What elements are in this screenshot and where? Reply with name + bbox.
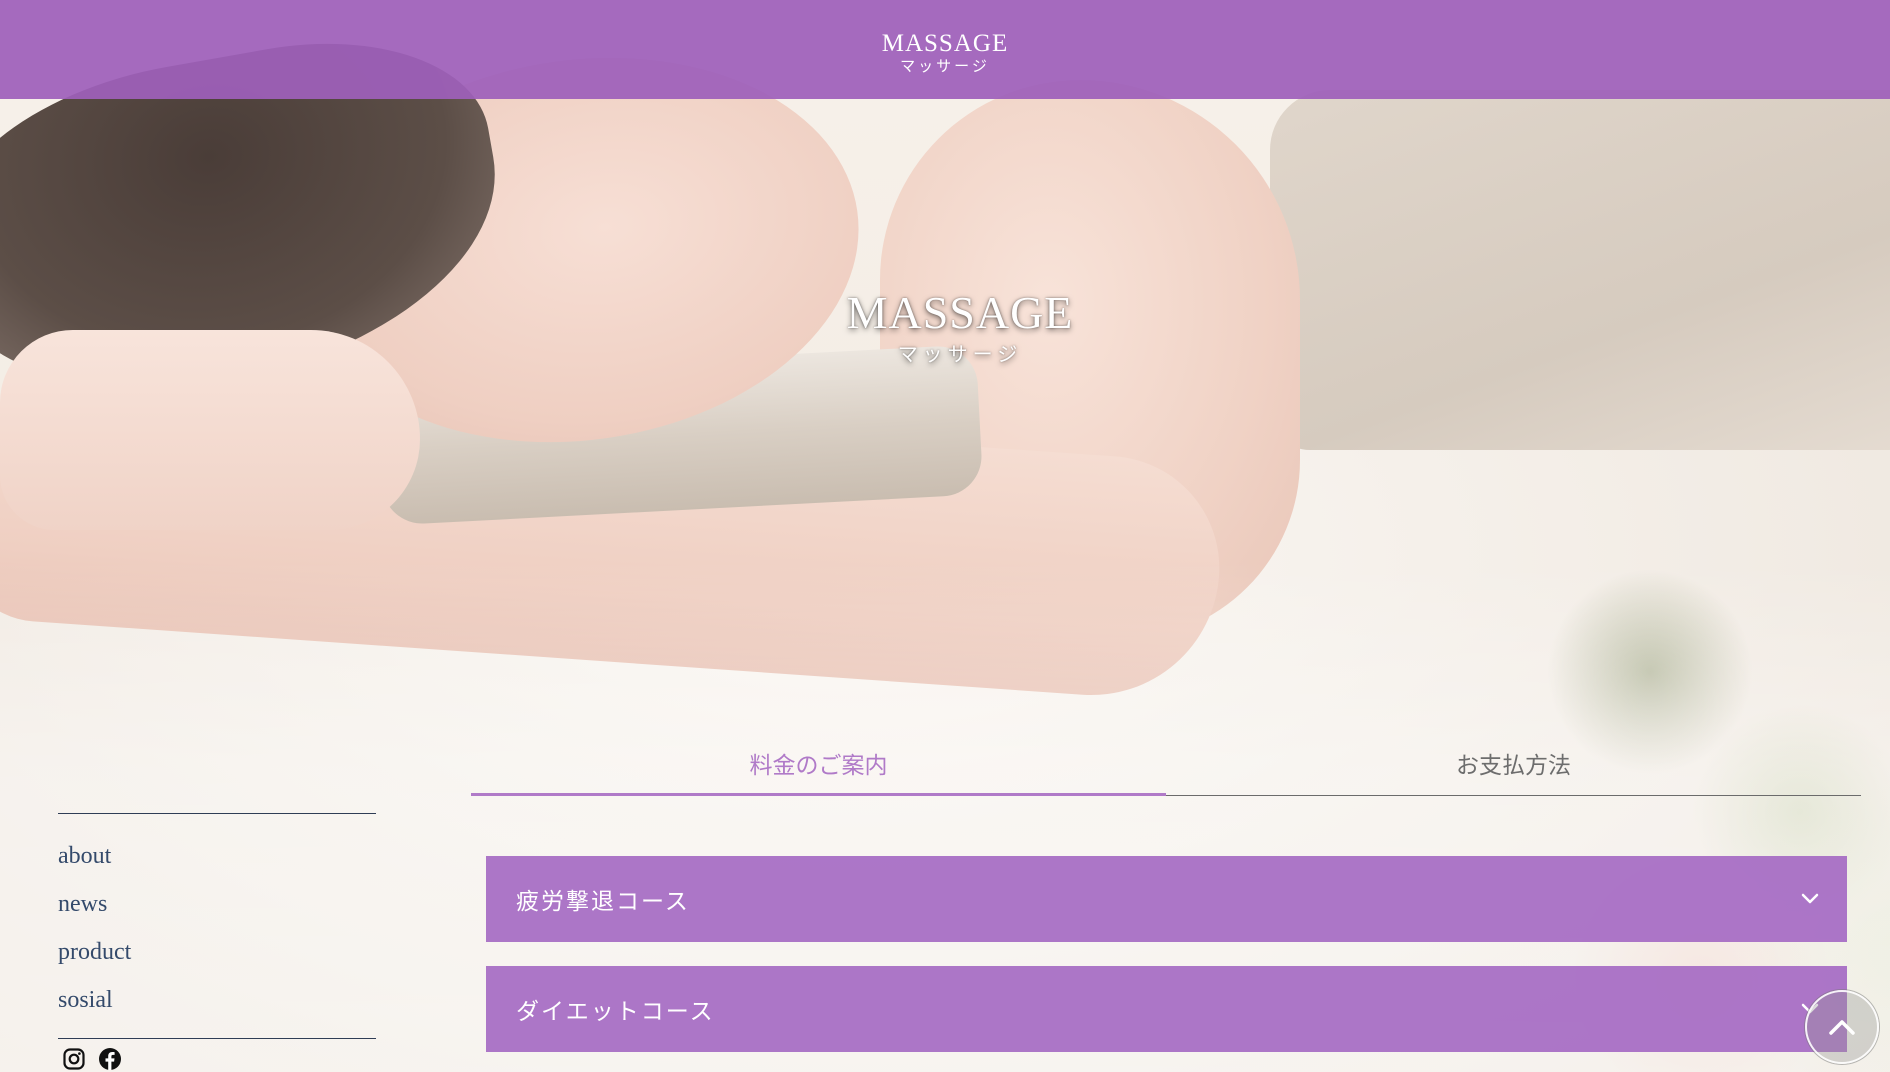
site-logo-en[interactable]: MASSAGE	[882, 31, 1008, 56]
accordion-item-label: ダイエットコース	[516, 999, 715, 1024]
hero-title-ja: マッサージ	[897, 344, 1023, 366]
nav-item-news[interactable]: news	[58, 880, 376, 928]
nav-list: about news product sosial	[58, 814, 376, 1038]
tab-pricing[interactable]: 料金のご案内	[471, 742, 1166, 796]
instagram-icon[interactable]	[62, 1047, 86, 1071]
nav-item-product[interactable]: product	[58, 928, 376, 976]
nav-item-sosial[interactable]: sosial	[58, 976, 376, 1024]
hero-title: MASSAGE マッサージ	[845, 290, 1075, 367]
course-accordion: 疲労撃退コース ダイエットコース	[486, 856, 1847, 1072]
tab-payment-method[interactable]: お支払方法	[1166, 742, 1861, 796]
sidebar-nav: about news product sosial	[58, 813, 376, 1071]
nav-item-about[interactable]: about	[58, 832, 376, 880]
hero-title-en: MASSAGE	[846, 287, 1074, 338]
facebook-icon[interactable]	[98, 1047, 122, 1071]
chevron-up-icon	[1829, 1020, 1855, 1035]
site-logo-ja[interactable]: マッサージ	[900, 59, 990, 75]
site-header: MASSAGE マッサージ	[0, 0, 1890, 99]
chevron-down-icon[interactable]	[1801, 893, 1819, 905]
accordion-item-diet-course[interactable]: ダイエットコース	[486, 966, 1847, 1052]
back-towel	[1270, 90, 1890, 450]
back-to-top-button[interactable]	[1805, 990, 1879, 1064]
accordion-item-fatigue-course[interactable]: 疲労撃退コース	[486, 856, 1847, 942]
tab-bar: 料金のご案内 お支払方法	[471, 742, 1861, 796]
social-links	[58, 1039, 376, 1071]
hand	[0, 330, 420, 530]
accordion-item-label: 疲労撃退コース	[516, 889, 690, 914]
